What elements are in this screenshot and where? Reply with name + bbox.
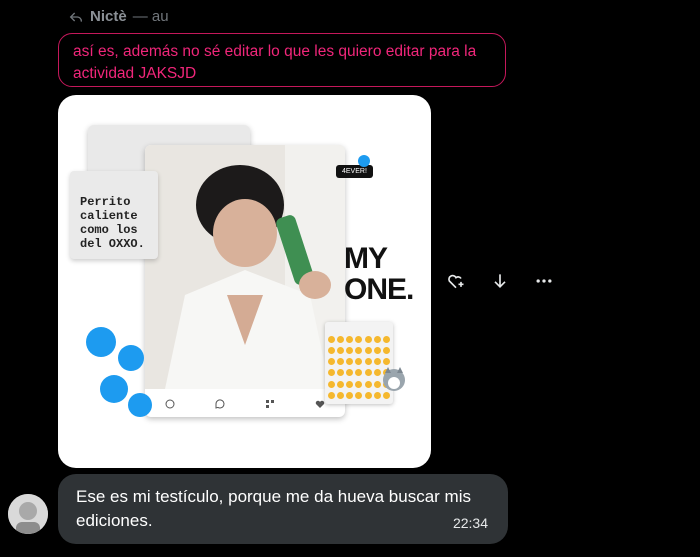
comment-icon: [215, 399, 225, 409]
more-button[interactable]: [533, 270, 555, 292]
message-bubble[interactable]: Ese es mi testículo, porque me da hueva …: [58, 474, 508, 544]
artwork-photo-window: [145, 145, 345, 417]
reply-header: Nictè — au: [68, 8, 169, 25]
artwork-sticky-note: Perrito caliente como los del OXXO.: [70, 171, 158, 259]
artwork-title-line2: ONE.: [344, 273, 414, 306]
reply-author[interactable]: Nictè: [90, 8, 127, 25]
artwork-photo: [145, 145, 345, 389]
grid-icon: [266, 400, 274, 408]
artwork-photo-toolbar: [145, 393, 345, 415]
avatar-image: [8, 494, 48, 534]
message-text: Ese es mi testículo, porque me da hueva …: [76, 487, 471, 530]
download-icon: [494, 274, 506, 289]
heart-icon: [315, 400, 325, 408]
user-icon: [165, 399, 175, 409]
artwork-blue-circle: [86, 327, 116, 357]
artwork-blue-circle: [118, 345, 144, 371]
reply-arrow-icon: [69, 12, 82, 22]
react-button[interactable]: [445, 270, 467, 292]
artwork-tag: 4EVER!: [336, 165, 373, 178]
message-actions: [445, 270, 555, 292]
more-icon: [536, 279, 552, 283]
reply-suffix: — au: [132, 8, 169, 25]
react-icon: [448, 274, 464, 289]
sticky-note-text: Perrito caliente como los del OXXO.: [80, 195, 145, 251]
artwork-title-line1: MY: [344, 242, 388, 275]
artwork-blue-circle: [100, 375, 128, 403]
artwork-blue-circle: [128, 393, 152, 417]
artwork-husky-icon: [383, 367, 405, 391]
download-button[interactable]: [489, 270, 511, 292]
avatar[interactable]: [8, 494, 48, 534]
artwork-heart-badge: [358, 155, 370, 167]
quoted-message-text: así es, además no sé editar lo que les q…: [73, 43, 477, 82]
message-timestamp: 22:34: [452, 515, 488, 531]
image-artwork: Perrito caliente como los del OXXO. 4EVE…: [58, 95, 431, 468]
image-attachment[interactable]: Perrito caliente como los del OXXO. 4EVE…: [58, 95, 431, 468]
artwork-title: MY ONE.: [344, 242, 414, 306]
quoted-message[interactable]: así es, además no sé editar lo que les q…: [58, 33, 506, 87]
